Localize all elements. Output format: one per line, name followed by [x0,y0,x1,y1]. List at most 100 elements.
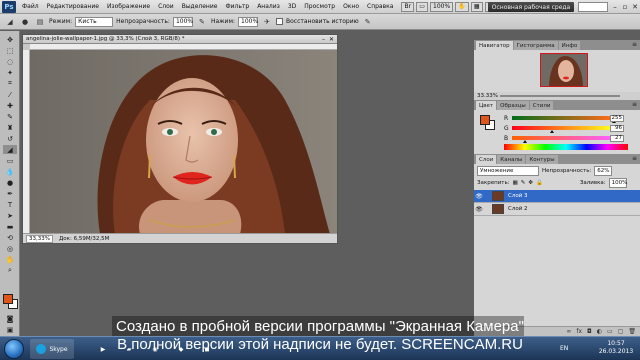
blend-mode-dropdown[interactable]: Умножение [477,166,539,176]
3d-orbit-tool-icon[interactable]: ◎ [3,244,17,253]
minibridge-button[interactable]: ▭ [416,1,429,12]
pen-pressure-opacity-icon[interactable]: ✎ [196,16,208,27]
tab-channels[interactable]: Каналы [497,155,526,164]
menu-analysis[interactable]: Анализ [253,3,284,10]
menu-edit[interactable]: Редактирование [43,3,103,10]
tab-histogram[interactable]: Гистограмма [513,41,558,50]
menu-filter[interactable]: Фильтр [221,3,253,10]
lock-paint-icon[interactable]: ✎ [521,180,526,186]
image-canvas[interactable] [30,50,337,234]
tab-styles[interactable]: Стили [529,101,554,110]
navigator-zoom-slider[interactable] [500,95,620,97]
eraser-tool-icon-active[interactable]: ◢ [3,145,17,154]
type-tool-icon[interactable]: T [3,200,17,209]
color-menu-icon[interactable]: ≡ [632,101,637,108]
tab-paths[interactable]: Контуры [526,155,558,164]
zoom-tool-icon[interactable]: ⌕ [3,266,17,275]
vertical-ruler [23,50,30,234]
gradient-tool-icon[interactable]: ▭ [3,156,17,165]
tab-layers[interactable]: Слои [476,155,497,164]
document-close-icon[interactable]: ✕ [329,36,334,43]
color-foreground-swatch[interactable] [480,115,490,125]
healing-tool-icon[interactable]: ✚ [3,101,17,110]
fill-field[interactable]: 100% [608,178,627,188]
document-info[interactable]: Док: 6,59M/32,5M [59,236,109,242]
menu-layers[interactable]: Слои [154,3,178,10]
menu-help[interactable]: Справка [363,3,397,10]
pen-pressure-size-icon[interactable]: ✎ [362,16,374,27]
navigator-zoom-value[interactable]: 33.33% [477,93,498,99]
tab-color[interactable]: Цвет [476,101,497,110]
lasso-tool-icon[interactable]: ◌ [3,57,17,66]
menu-3d[interactable]: 3D [284,3,300,10]
move-tool-icon[interactable]: ✥ [3,35,17,44]
brush-preset-icon[interactable]: ● [19,16,31,27]
channel-b-value[interactable]: 27 [610,134,624,142]
eyedropper-tool-icon[interactable]: ⁄ [3,90,17,99]
minimize-icon[interactable]: – [610,1,620,12]
eye-icon[interactable]: 👁 [474,193,484,200]
opacity-field[interactable]: 100% [172,16,193,27]
navigator-menu-icon[interactable]: ≡ [632,41,637,48]
maximize-icon[interactable]: ▫ [620,1,630,12]
channel-b-marker[interactable] [522,140,527,143]
channel-g-marker[interactable] [549,130,554,133]
pen-tool-icon[interactable]: ✒ [3,189,17,198]
document-tab[interactable]: angelina-jolie-wallpaper-1.jpg @ 33,3% (… [23,35,337,44]
navigator-thumbnail[interactable] [540,53,588,87]
channel-r-slider[interactable] [512,116,616,123]
menu-view[interactable]: Просмотр [300,3,339,10]
stamp-tool-icon[interactable]: ♜ [3,123,17,132]
channel-g-slider[interactable] [512,126,612,133]
menu-file[interactable]: Файл [18,3,43,10]
airbrush-icon[interactable]: ✈ [261,16,273,27]
foreground-color-swatch[interactable] [3,294,13,304]
tab-navigator[interactable]: Навигатор [476,41,513,50]
marquee-tool-icon[interactable]: ⬚ [3,46,17,55]
workspace-switcher[interactable]: Основная рабочая среда [488,2,574,12]
options-bar: ◢ ● ▤ Режим: Кисть Непрозрачность: 100% … [0,14,640,30]
tab-info[interactable]: Инфо [558,41,581,50]
menu-image[interactable]: Изображение [103,3,154,10]
document-zoom-field[interactable]: 33,33% [26,234,53,243]
menu-window[interactable]: Окно [339,3,363,10]
blur-tool-icon[interactable]: 💧 [3,167,17,176]
arrange-icon[interactable]: ▦ [470,1,483,12]
mode-dropdown[interactable]: Кисть [75,16,114,27]
hand-icon[interactable]: ✋ [455,1,469,12]
3d-rotate-tool-icon[interactable]: ⟲ [3,233,17,242]
color-spectrum-bar[interactable] [504,144,628,150]
quick-select-tool-icon[interactable]: ✦ [3,68,17,77]
restore-history-checkbox[interactable] [276,18,283,25]
shape-tool-icon[interactable]: ▬ [3,222,17,231]
eraser-tool-icon[interactable]: ◢ [4,16,16,27]
history-brush-tool-icon[interactable]: ↺ [3,134,17,143]
lock-all-icon[interactable]: 🔒 [536,180,543,186]
lock-position-icon[interactable]: ✥ [528,180,533,186]
close-icon[interactable]: ✕ [630,1,640,12]
path-select-tool-icon[interactable]: ➤ [3,211,17,220]
brush-panel-icon[interactable]: ▤ [34,16,46,27]
bridge-button[interactable]: Br [401,1,415,12]
zoom-level-dropdown[interactable]: 100% [430,1,454,12]
tab-swatches[interactable]: Образцы [497,101,529,110]
channel-b-slider[interactable] [512,136,612,143]
channel-r-value[interactable]: 255 [610,114,624,122]
search-input[interactable] [578,2,608,12]
hand-tool-icon[interactable]: ✋ [3,255,17,264]
channel-g-value[interactable]: 96 [610,124,624,132]
dodge-tool-icon[interactable]: ● [3,178,17,187]
pressure-field[interactable]: 100% [238,16,258,27]
layer-row[interactable]: 👁 Слой 2 [474,203,640,216]
layer-opacity-field[interactable]: 62% [594,166,613,176]
layer-thumbnail [492,191,504,201]
document-minimize-icon[interactable]: – [322,36,325,43]
eye-icon[interactable]: 👁 [474,206,484,213]
crop-tool-icon[interactable]: ⌗ [3,79,17,88]
menu-select[interactable]: Выделение [178,3,222,10]
brush-tool-icon[interactable]: ✎ [3,112,17,121]
layers-menu-icon[interactable]: ≡ [632,155,637,162]
lock-row: Закрепить: ▦ ✎ ✥ 🔒 Заливка: 100% [474,178,640,188]
layer-row-selected[interactable]: 👁 Слой 3 [474,190,640,203]
lock-pixels-icon[interactable]: ▦ [513,180,518,186]
